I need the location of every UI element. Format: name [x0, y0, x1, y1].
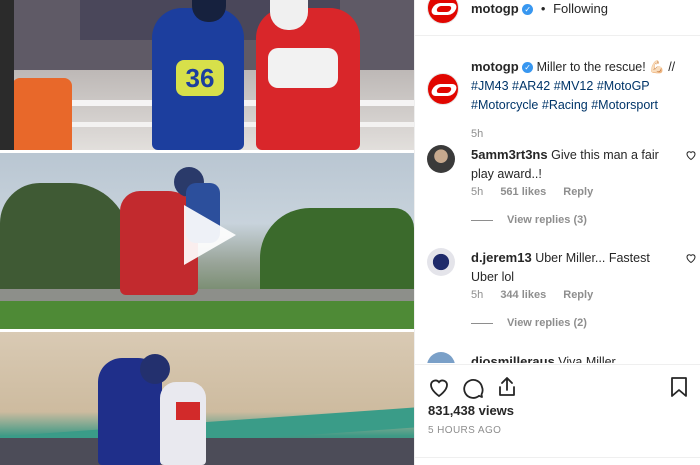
post-sidebar: motogp ✓ • Following motogp ✓ Miller to …	[414, 0, 700, 465]
comment-body: 5amm3rt3ns Give this man a fair play awa…	[471, 145, 671, 184]
video-frame-1: 36	[0, 0, 414, 150]
post-caption: motogp ✓ Miller to the rescue! 💪🏻 // #JM…	[471, 57, 696, 144]
video-media[interactable]: 36	[0, 0, 414, 465]
verified-badge-icon: ✓	[522, 4, 534, 15]
comment-divider	[415, 457, 700, 458]
comment-body: d.jerem13 Uber Miller... Fastest Uber lo…	[471, 248, 671, 287]
post-timestamp: 5 HOURS AGO	[428, 425, 502, 436]
hashtag[interactable]: #Motorsport	[591, 98, 658, 112]
heart-icon[interactable]	[427, 375, 451, 399]
commenter-avatar[interactable]	[427, 248, 455, 276]
share-icon[interactable]	[495, 375, 519, 399]
heart-icon[interactable]	[685, 149, 697, 161]
caption-time: 5h	[471, 128, 484, 140]
comment-likes[interactable]: 561 likes	[500, 186, 546, 198]
hashtag[interactable]: #MotoGP	[597, 79, 650, 93]
comment-username[interactable]: 5amm3rt3ns	[471, 147, 548, 162]
hashtag[interactable]: #JM43	[471, 79, 509, 93]
comments-scroll[interactable]: motogp ✓ Miller to the rescue! 💪🏻 // #JM…	[415, 37, 700, 363]
hashtag[interactable]: #AR42	[512, 79, 550, 93]
caption-username[interactable]: motogp	[471, 59, 519, 74]
comment-meta: 5h 561 likes Reply	[471, 186, 607, 198]
verified-badge-icon: ✓	[522, 62, 534, 73]
comment-time: 5h	[471, 289, 484, 301]
hashtag[interactable]: #Racing	[542, 98, 588, 112]
comment-text: Viva Miller	[558, 355, 616, 363]
hashtag[interactable]: #MV12	[554, 79, 594, 93]
reply-button[interactable]: Reply	[563, 289, 593, 301]
reply-button[interactable]: Reply	[563, 186, 593, 198]
comment-username[interactable]: d.jerem13	[471, 250, 532, 265]
heart-icon[interactable]	[685, 252, 697, 264]
video-frame-3	[0, 332, 414, 465]
bike-number-36: 36	[176, 60, 224, 96]
header-separator: •	[540, 1, 546, 16]
header-username[interactable]: motogp	[471, 1, 519, 16]
caption-text: Miller to the rescue! 💪🏻 //	[536, 60, 676, 74]
comment-likes[interactable]: 344 likes	[500, 289, 546, 301]
following-button[interactable]: Following	[553, 1, 608, 16]
view-count[interactable]: 831,438 views	[428, 403, 514, 418]
view-replies-button[interactable]: View replies (2)	[471, 317, 587, 329]
caption-avatar[interactable]	[427, 73, 459, 105]
header-account: motogp ✓ • Following	[471, 1, 608, 16]
comment-bubble-icon[interactable]	[461, 375, 485, 399]
commenter-avatar[interactable]	[427, 145, 455, 173]
account-avatar[interactable]	[427, 0, 459, 24]
comment-item: d.jerem13 Uber Miller... Fastest Uber lo…	[427, 248, 697, 348]
post-header: motogp ✓ • Following	[415, 0, 700, 36]
comment-username[interactable]: diosmilleraus	[471, 354, 555, 363]
commenter-avatar[interactable]	[427, 352, 455, 363]
post-actions: 831,438 views 5 HOURS AGO	[415, 364, 700, 465]
comment-item: diosmilleraus Viva Miller	[427, 352, 697, 363]
view-replies-button[interactable]: View replies (3)	[471, 214, 587, 226]
play-icon[interactable]	[184, 205, 236, 265]
bookmark-icon[interactable]	[667, 375, 691, 399]
comment-body: diosmilleraus Viva Miller	[471, 352, 671, 363]
comment-item: 5amm3rt3ns Give this man a fair play awa…	[427, 145, 697, 245]
comment-time: 5h	[471, 186, 484, 198]
hashtag[interactable]: #Motorcycle	[471, 98, 538, 112]
comment-meta: 5h 344 likes Reply	[471, 289, 607, 301]
